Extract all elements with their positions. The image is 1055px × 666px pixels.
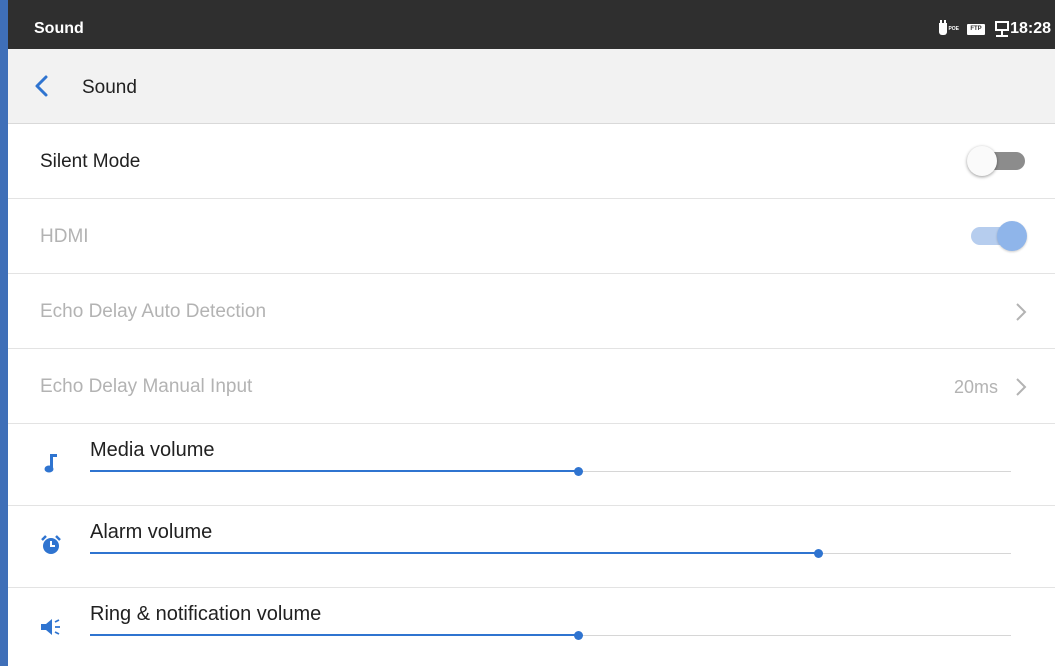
poe-icon: POE bbox=[939, 20, 959, 36]
status-icons: POE FTP bbox=[939, 20, 1011, 37]
hdmi-row[interactable]: HDMI bbox=[8, 199, 1055, 274]
chevron-right-icon bbox=[1015, 302, 1027, 322]
back-arrow-icon[interactable] bbox=[30, 74, 54, 98]
alarm-volume-label: Alarm volume bbox=[90, 521, 213, 543]
ftp-icon: FTP bbox=[967, 23, 985, 35]
echo-delay-auto-label: Echo Delay Auto Detection bbox=[40, 301, 267, 322]
page-title: Sound bbox=[82, 77, 137, 98]
alarm-volume-slider[interactable] bbox=[90, 547, 1011, 561]
echo-delay-value: 20ms bbox=[953, 377, 998, 397]
status-time: 18:28 bbox=[1010, 20, 1051, 37]
alarm-clock-icon bbox=[40, 534, 62, 556]
echo-delay-manual-row[interactable]: Echo Delay Manual Input 20ms bbox=[8, 349, 1055, 424]
media-volume-label: Media volume bbox=[90, 439, 215, 461]
ring-volume-label: Ring & notification volume bbox=[90, 603, 322, 625]
network-icon bbox=[993, 21, 1011, 37]
alarm-volume-row: Alarm volume bbox=[8, 506, 1055, 588]
poe-tag: POE bbox=[948, 26, 959, 32]
app-header: Sound bbox=[8, 49, 1055, 124]
hdmi-label: HDMI bbox=[40, 226, 89, 247]
media-volume-slider[interactable] bbox=[90, 465, 1011, 479]
hdmi-toggle[interactable] bbox=[967, 219, 1029, 253]
music-note-icon bbox=[40, 452, 62, 474]
silent-mode-label: Silent Mode bbox=[40, 151, 141, 172]
echo-delay-auto-row[interactable]: Echo Delay Auto Detection bbox=[8, 274, 1055, 349]
silent-mode-row[interactable]: Silent Mode bbox=[8, 124, 1055, 199]
ring-volume-row: Ring & notification volume bbox=[8, 588, 1055, 666]
echo-delay-manual-label: Echo Delay Manual Input bbox=[40, 376, 253, 397]
chevron-right-icon bbox=[1015, 377, 1027, 397]
media-volume-row: Media volume bbox=[8, 424, 1055, 506]
status-bar: Sound POE FTP 18:28 bbox=[8, 0, 1055, 49]
status-bar-title: Sound bbox=[34, 20, 84, 37]
speaker-icon bbox=[40, 616, 62, 638]
silent-mode-toggle[interactable] bbox=[967, 144, 1029, 178]
ring-volume-slider[interactable] bbox=[90, 629, 1011, 643]
